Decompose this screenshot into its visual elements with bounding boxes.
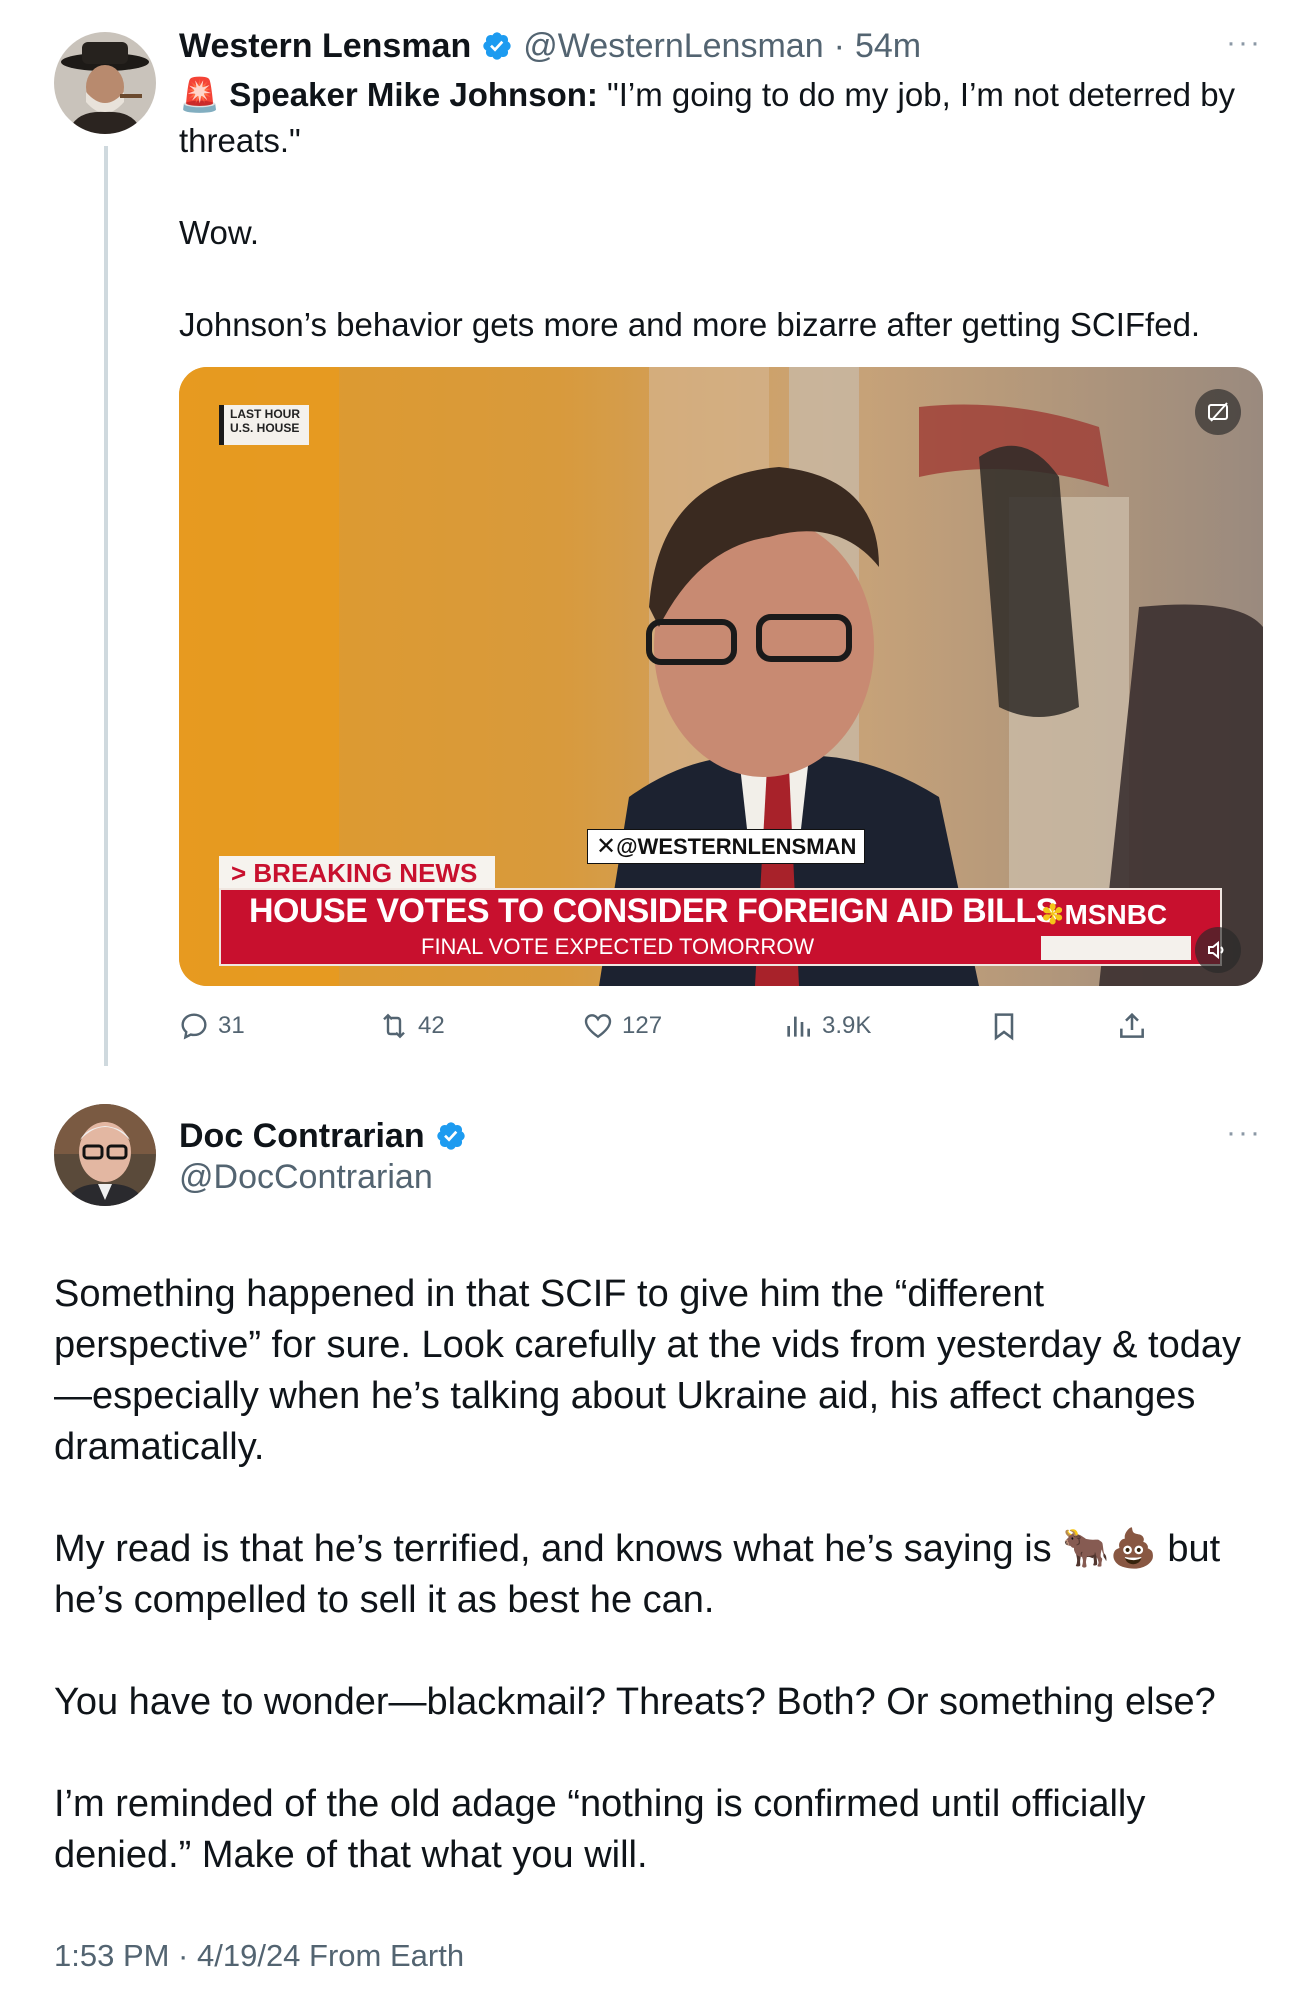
news-banner: HOUSE VOTES TO CONSIDER FOREIGN AID BILL… bbox=[219, 888, 1222, 966]
p4-line2: denied.” Make of that what you will. bbox=[54, 1834, 648, 1876]
p4-line1: I’m reminded of the old adage “nothing i… bbox=[54, 1783, 1146, 1825]
like-button[interactable]: 127 bbox=[582, 1004, 662, 1048]
quote-line2: threats." bbox=[179, 122, 301, 159]
repost-count: 42 bbox=[418, 1012, 445, 1039]
author-name[interactable]: Western Lensman bbox=[179, 27, 471, 66]
repost-icon bbox=[383, 1013, 405, 1039]
tweet1-text: 🚨 Speaker Mike Johnson: "I’m going to do… bbox=[179, 72, 1269, 348]
avatar-western-lensman[interactable] bbox=[54, 32, 156, 134]
views-button[interactable]: 3.9K bbox=[782, 1004, 871, 1048]
separator-dot: · bbox=[833, 26, 845, 65]
network-name: MSNBC bbox=[1064, 899, 1168, 930]
quote-line1: "I’m going to do my job, I’m not deterre… bbox=[597, 76, 1236, 113]
thread-connector-line bbox=[104, 146, 108, 1066]
author-name[interactable]: Doc Contrarian bbox=[179, 1117, 425, 1156]
more-options-icon[interactable]: ··· bbox=[1226, 1116, 1262, 1150]
like-count: 127 bbox=[622, 1012, 663, 1039]
view-count: 3.9K bbox=[822, 1012, 872, 1039]
tweet2-header: Doc Contrarian bbox=[179, 1112, 467, 1160]
bull-poop-emoji-icon: 🐂💩 bbox=[1062, 1528, 1157, 1570]
p2-line2: he’s compelled to sell it as best he can… bbox=[54, 1579, 715, 1621]
network-logo: ✽MSNBC bbox=[1041, 898, 1167, 931]
tweet1-line1: 🚨 Speaker Mike Johnson: "I’m going to do… bbox=[179, 72, 1269, 118]
heart-icon bbox=[584, 1014, 612, 1039]
mute-toggle-icon[interactable] bbox=[1195, 927, 1241, 973]
p2-text-a: My read is that he’s terrified, and know… bbox=[54, 1528, 1063, 1570]
reply-count: 31 bbox=[218, 1012, 245, 1039]
repost-button[interactable]: 42 bbox=[378, 1004, 445, 1048]
breaking-news-tag: > BREAKING NEWS bbox=[219, 856, 495, 890]
p2-text-b: but bbox=[1156, 1528, 1221, 1570]
p1-line3: —especially when he’s talking about Ukra… bbox=[54, 1375, 1196, 1417]
verified-badge-icon bbox=[481, 30, 513, 62]
share-icon bbox=[1120, 1012, 1144, 1038]
siren-emoji-icon: 🚨 bbox=[179, 76, 221, 113]
banner-ticker-strip bbox=[1041, 936, 1191, 960]
p1-line2: perspective” for sure. Look carefully at… bbox=[54, 1324, 1241, 1366]
p1-line4: dramatically. bbox=[54, 1426, 265, 1468]
bookmark-button[interactable] bbox=[988, 1004, 1020, 1048]
p3-line: You have to wonder—blackmail? Threats? B… bbox=[54, 1681, 1216, 1723]
wow-text: Wow. bbox=[179, 214, 260, 251]
p2-line1: My read is that he’s terrified, and know… bbox=[54, 1524, 1284, 1575]
banner-headline: HOUSE VOTES TO CONSIDER FOREIGN AID BILL… bbox=[249, 892, 1058, 930]
author-handle[interactable]: @WesternLensman bbox=[523, 27, 823, 66]
reply-icon bbox=[181, 1013, 207, 1040]
video-media[interactable]: LAST HOUR U.S. HOUSE ✕@WESTERNLENSMAN > … bbox=[179, 367, 1263, 986]
x-logo-icon: ✕ bbox=[596, 833, 617, 860]
commentary-text: Johnson’s behavior gets more and more bi… bbox=[179, 306, 1201, 343]
share-button[interactable] bbox=[1116, 1004, 1148, 1048]
banner-subheadline: FINAL VOTE EXPECTED TOMORROW bbox=[421, 934, 815, 959]
tweet2-text: Something happened in that SCIF to give … bbox=[54, 1269, 1284, 1881]
tweet2-timestamp[interactable]: 1:53 PM · 4/19/24 From Earth bbox=[54, 1938, 464, 1974]
author-handle[interactable]: @DocContrarian bbox=[179, 1158, 433, 1197]
bug-line1: LAST HOUR bbox=[230, 407, 300, 421]
bug-line2: U.S. HOUSE bbox=[230, 421, 300, 435]
channel-bug: LAST HOUR U.S. HOUSE bbox=[230, 407, 300, 435]
watermark-text: @WESTERNLENSMAN bbox=[616, 834, 857, 859]
more-options-icon[interactable]: ··· bbox=[1226, 26, 1262, 60]
analytics-icon bbox=[787, 1016, 810, 1037]
reply-button[interactable]: 31 bbox=[178, 1004, 245, 1048]
bookmark-icon bbox=[994, 1013, 1014, 1041]
post-time[interactable]: 54m bbox=[855, 27, 921, 66]
watermark-label: ✕@WESTERNLENSMAN bbox=[587, 829, 866, 864]
avatar-doc-contrarian[interactable] bbox=[54, 1104, 156, 1206]
tweet1-header: Western Lensman @WesternLensman · 54m bbox=[179, 22, 921, 70]
captions-toggle-icon[interactable] bbox=[1195, 389, 1241, 435]
tweet1-actions: 31 42 127 3.9K bbox=[178, 1004, 1178, 1048]
speaker-label: Speaker Mike Johnson: bbox=[229, 76, 598, 113]
p1-line1: Something happened in that SCIF to give … bbox=[54, 1273, 1045, 1315]
verified-badge-icon bbox=[435, 1120, 467, 1152]
peacock-icon: ✽ bbox=[1041, 899, 1065, 930]
